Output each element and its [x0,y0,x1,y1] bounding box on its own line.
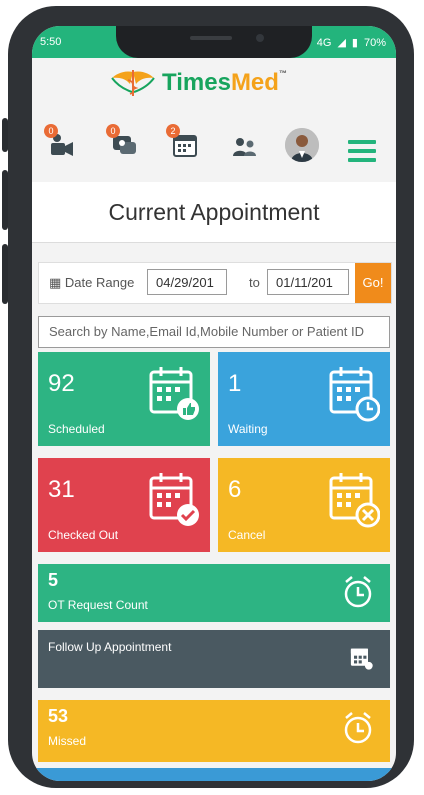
tile-cancel[interactable]: 6 Cancel [218,458,390,552]
tile-count: 6 [228,476,242,503]
camera [256,34,264,42]
avatar[interactable] [285,128,319,162]
calendar-small-icon: ▦ [49,275,62,290]
from-date-input[interactable]: 04/29/201 [147,269,227,295]
notch [116,26,312,58]
follow-up-label: Follow Up Appointment [48,640,172,654]
tile-scheduled[interactable]: 92 Scheduled [38,352,210,446]
user-avatar-icon [285,128,319,162]
follow-up-row[interactable]: Follow Up Appointment [38,630,390,688]
chat-button[interactable]: 0 [106,124,140,160]
status-time: 5:50 [40,36,62,48]
date-range-filter: ▦ Date Range 04/29/201 to 01/11/201 Go! [38,262,392,304]
search-input[interactable]: Search by Name,Email Id,Mobile Number or… [38,316,390,348]
menu-icon[interactable] [348,140,376,167]
missed-count: 53 [48,706,69,726]
phone-side-button [2,118,8,152]
network-label: 4G [316,36,332,49]
tile-count: 92 [48,370,75,397]
page-title: Current Appointment [108,199,320,225]
brand-name: TimesMed™ [162,69,287,97]
alarm-clock-icon [344,712,372,744]
missed-label: Missed [48,734,87,748]
app-screen: 5:50 4G ◢ ▮ 70% TimesMed™ 0 0 2 Current … [32,26,396,781]
alarm-clock-icon [344,576,372,608]
tile-label: Cancel [228,528,266,542]
calendar-check-icon [149,473,199,526]
to-label: to [249,275,260,290]
users-icon [233,138,256,156]
date-range-label: ▦ Date Range [49,275,134,291]
calendar-icon [350,648,373,670]
brand-name-times: Times [162,69,231,96]
speaker [190,36,232,40]
doctors-button[interactable] [230,130,260,160]
status-bar: 5:50 4G ◢ ▮ 70% [32,26,396,58]
calendar-clock-icon [329,367,380,422]
caduceus-logo-icon [111,70,155,96]
ot-request-label: OT Request Count [48,598,148,612]
video-badge: 0 [44,124,58,138]
phone-side-button [2,170,8,230]
phone-side-button [2,244,8,304]
ot-request-row[interactable]: 5 OT Request Count [38,564,390,622]
calendar-button[interactable]: 2 [166,124,200,160]
tile-waiting[interactable]: 1 Waiting [218,352,390,446]
battery-label: 70% [363,36,386,49]
toolbar: 0 0 2 [32,124,396,172]
calendar-badge: 2 [166,124,180,138]
ot-request-count: 5 [48,570,59,590]
trademark: ™ [278,69,287,78]
tile-label: Scheduled [48,422,105,436]
chat-badge: 0 [106,124,120,138]
video-consult-button[interactable]: 0 [44,124,78,160]
battery-icon: ▮ [351,37,358,49]
tile-label: Waiting [228,422,268,436]
calendar-thumbs-up-icon [149,367,199,420]
tile-count: 31 [48,476,75,503]
to-date-input[interactable]: 01/11/201 [267,269,349,295]
brand-name-med: Med [230,69,279,96]
calendar-cancel-icon [329,473,380,528]
tile-count: 1 [228,370,242,397]
tile-checked-out[interactable]: 31 Checked Out [38,458,210,552]
missed-row[interactable]: 53 Missed [38,700,390,762]
brand-logo: TimesMed™ [110,68,287,98]
bottom-strip [32,768,396,781]
go-button[interactable]: Go! [355,263,391,303]
signal-icon: ◢ [337,37,346,49]
app-header: TimesMed™ 0 0 2 [32,58,396,182]
page-header: Current Appointment [32,182,396,243]
tile-label: Checked Out [48,528,119,542]
date-range-text: Date Range [64,275,135,290]
